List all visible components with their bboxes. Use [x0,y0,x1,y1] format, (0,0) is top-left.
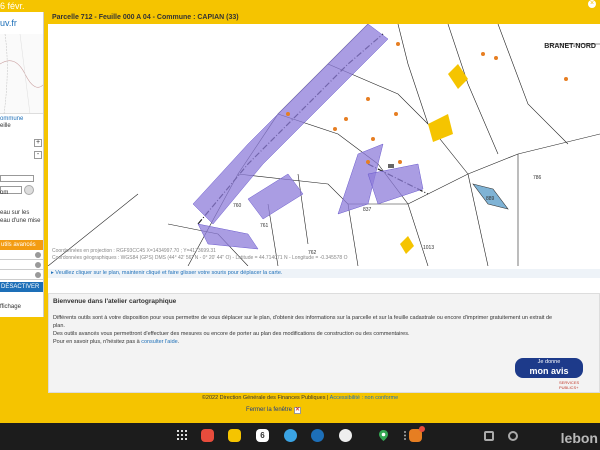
services-publics-logo: SERVICES PUBLICS+ [559,380,580,390]
browser-app-icon[interactable] [311,429,324,442]
commune-select[interactable] [0,175,34,182]
search-go-button[interactable] [24,185,34,195]
feedback-line-2: mon avis [529,366,569,376]
svg-text:760: 760 [233,203,242,209]
camera-app-icon[interactable] [339,429,352,442]
building-small [388,164,394,168]
date-label: 6 févr. [0,1,25,11]
shopping-app-icon[interactable] [409,426,425,442]
commune-label-2: eille [0,123,11,129]
accessibility-link[interactable]: Accessibilité : non conforme [330,395,398,401]
deactivate-label: DÉSACTIVER [1,284,40,290]
watermark: lebon [560,430,598,446]
welcome-text: Différents outils sont à votre dispositi… [53,314,553,346]
geo-label: Coordonnées géographiques : [52,255,120,261]
map-canvas[interactable]: 760 761 762 837 786 1013 889 [48,24,600,266]
arrow-icon [35,252,41,258]
top-status-bar: 6 févr. × [0,0,600,12]
advanced-tools-header[interactable]: utils avancés [0,240,43,250]
maps-pin-icon[interactable] [377,429,390,442]
markers [286,42,568,164]
projection-label: Coordonnées en projection : [52,248,115,254]
building-2 [428,114,453,142]
app-grid-icon[interactable] [176,429,189,442]
svg-text:761: 761 [260,223,269,229]
tool-row-2[interactable] [0,260,43,270]
geo-value: DMS (44° 42' 56" N - 0° 20' 44" O) - Lat… [154,255,348,261]
sidebar-text-2: eau d'une mise [0,218,41,224]
welcome-paragraph-2: Des outils avancés vous permettront d'ef… [53,331,410,337]
tool-row-3[interactable] [0,270,43,280]
sidebar-text-1: eau sur les [0,210,30,216]
close-icon[interactable]: × [588,0,596,8]
svg-text:786: 786 [533,175,542,181]
building-3 [400,236,414,254]
feedback-line-1: Je donne [537,359,561,365]
arrow-icon [35,272,41,278]
close-window-icon: ✕ [294,407,302,414]
home-icon[interactable] [508,431,518,441]
taskbar: 6 [0,423,600,450]
map-hint: ▸ Veuillez cliquer sur le plan, mainteni… [48,269,600,278]
projection-value: X=1434997.70 ; Y=4173699.31 [146,248,216,254]
building-1 [448,64,468,89]
notes-app-icon[interactable] [228,429,241,442]
zoom-out-button[interactable]: - [34,151,42,159]
svg-text:889: 889 [486,196,495,202]
svg-text:837: 837 [363,207,372,213]
feedback-badge[interactable]: Je donne mon avis [515,358,583,378]
help-link[interactable]: consulter l'aide [141,339,178,345]
coordinates-readout: Coordonnées en projection : RGF93CC45 X=… [52,248,348,262]
svg-text:1013: 1013 [423,245,434,251]
geo-system: WGS84 (GPS) [120,255,154,261]
projection-system: RGF93CC45 [116,248,146,254]
sidebar: uv.fr ommune eille + - om eau sur les ea… [0,12,44,317]
place-label: BRANET-NORD [544,43,596,50]
logo: uv.fr [0,18,17,28]
commune-label-1: ommune [0,116,24,122]
arrow-icon [35,262,41,268]
parcel-title: Parcelle 712 - Feuille 000 A 04 - Commun… [52,14,239,21]
zoom-in-button[interactable]: + [34,139,42,147]
cadastral-map[interactable]: 760 761 762 837 786 1013 889 BRANET-NORD… [48,24,600,266]
copyright: ©2022 Direction Générale des Finances Pu… [201,395,326,401]
om-label: om [0,190,9,196]
map-header: Parcelle 712 - Feuille 000 A 04 - Commun… [48,12,600,24]
mini-map[interactable] [0,33,43,115]
close-window-label: Fermer la fenêtre [246,407,293,413]
notification-badge [419,426,425,432]
deactivate-button[interactable]: DÉSACTIVER [0,282,43,292]
welcome-paragraph-3: Pour en savoir plus, n'hésitez pas à con… [53,339,180,345]
calendar-app-icon[interactable]: 6 [256,429,269,442]
print-label[interactable]: ffichage [0,304,21,310]
advanced-tools-label: utils avancés [1,242,36,248]
buildings [388,64,509,254]
welcome-panel: Bienvenue dans l'atelier cartographique … [48,293,600,393]
welcome-title: Bienvenue dans l'atelier cartographique [53,298,177,305]
parcel-boundaries [48,24,600,266]
close-window-button[interactable]: Fermer la fenêtre ✕ [246,406,302,414]
messages-app-icon[interactable] [284,429,297,442]
footer-links: ©2022 Direction Générale des Finances Pu… [201,395,399,401]
highlighted-parcels [192,24,424,250]
recent-apps-icon[interactable] [484,431,494,441]
red-app-icon[interactable] [201,429,214,442]
main-panel: Parcelle 712 - Feuille 000 A 04 - Commun… [48,12,600,393]
welcome-paragraph-1: Différents outils sont à votre dispositi… [53,315,553,329]
tool-row-1[interactable] [0,250,43,260]
